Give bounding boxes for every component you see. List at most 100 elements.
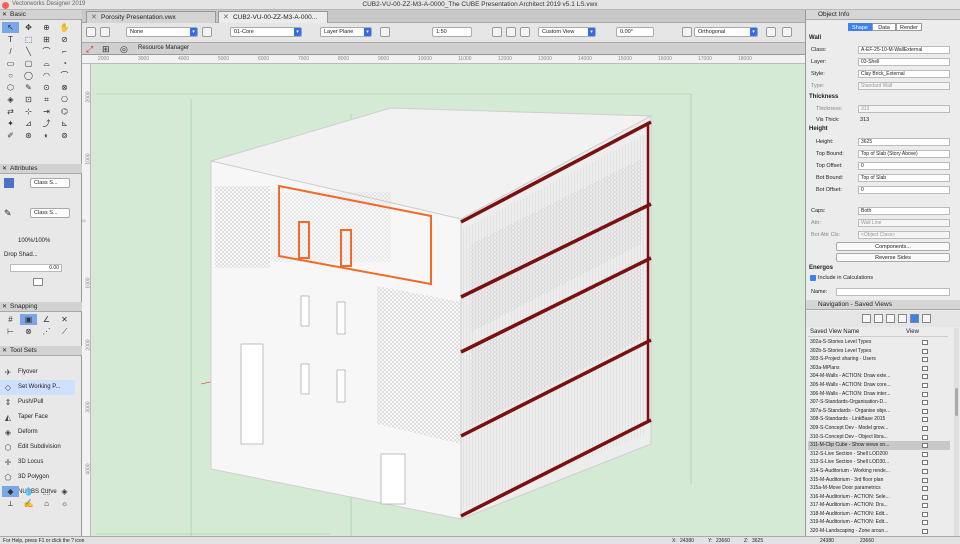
tab-shape[interactable]: Shape	[848, 23, 872, 31]
isolate-icon[interactable]: ⤢	[86, 44, 93, 55]
basic-tool-icon[interactable]: ▢	[20, 58, 37, 69]
snap-icon[interactable]	[100, 27, 110, 37]
basic-tool-icon[interactable]: ◠	[38, 70, 55, 81]
view-icon[interactable]	[922, 357, 928, 363]
saved-view-row[interactable]: 307a-S-Standards - Organise obje...	[808, 407, 950, 416]
view-icon[interactable]	[922, 425, 928, 431]
saved-view-row[interactable]: 302a-S-Stories Level Types	[808, 338, 950, 347]
saved-view-row[interactable]: 311-M-Clip Cube - Show views on...	[808, 441, 950, 450]
tool-set-item[interactable]: ◇ Set Working P...	[0, 380, 75, 395]
basic-tool-icon[interactable]: ⌒	[38, 46, 55, 57]
basic-tool-icon[interactable]: ⌐	[56, 46, 73, 57]
basic-tool-icon[interactable]: ✥	[20, 22, 37, 33]
close-tab-icon[interactable]: ✕	[223, 13, 229, 21]
saved-view-row[interactable]: 318-M-Auditorium - ACTION: Edit...	[808, 510, 950, 519]
standard-view-icon[interactable]	[520, 27, 530, 37]
view-icon[interactable]	[922, 365, 928, 371]
components-button[interactable]: Components...	[836, 242, 950, 251]
basic-palette-header[interactable]: ✕ Basic	[0, 10, 82, 20]
selection-icon[interactable]	[86, 27, 96, 37]
caps-dropdown[interactable]: Both	[858, 207, 950, 215]
flyover-icon[interactable]	[682, 27, 692, 37]
layer-dropdown[interactable]: 01-Core ▾	[230, 27, 302, 37]
view-icon[interactable]	[922, 443, 928, 449]
view-icon[interactable]	[922, 348, 928, 354]
basic-tool-icon[interactable]: ⬡	[2, 82, 19, 93]
snap-edge-icon[interactable]: ⟋	[56, 326, 73, 337]
basic-tool-icon[interactable]: ✋	[56, 22, 73, 33]
basic-tool-icon[interactable]: ⊞	[38, 34, 55, 45]
basic-tool-icon[interactable]: ⊾	[56, 118, 73, 129]
basic-tool-icon[interactable]: ⌓	[38, 58, 55, 69]
view-icon[interactable]	[922, 408, 928, 414]
saved-view-row[interactable]: 314-S-Auditorium - Working rende...	[808, 467, 950, 476]
saved-view-row[interactable]: 302b-S-Stories Level Types	[808, 347, 950, 356]
view-icon[interactable]	[922, 434, 928, 440]
basic-tool-icon[interactable]: ⊹	[20, 106, 37, 117]
saved-view-row[interactable]: 320-M-Landscaping - Zone aroun...	[808, 527, 950, 536]
drop-shadow-label[interactable]: Drop Shad...	[4, 252, 38, 258]
saved-view-row[interactable]: 319-M-Auditorium - ACTION: Edit...	[808, 518, 950, 527]
close-icon[interactable]: ✕	[2, 347, 7, 354]
view-icon[interactable]	[922, 340, 928, 345]
tool-set-item[interactable]: ✛ 3D Locus	[0, 455, 75, 470]
attributes-palette-header[interactable]: ✕ Attributes	[0, 164, 82, 174]
saved-view-row[interactable]: 308-S-Standards - LinkBase 2015	[808, 415, 950, 424]
toolset-3d-modeling-icon[interactable]: ◆	[2, 486, 19, 497]
pen-class-dropdown[interactable]: Class S...	[30, 208, 70, 218]
basic-tool-icon[interactable]: ▭	[2, 58, 19, 69]
col-saved-view-name[interactable]: Saved View Name	[810, 329, 859, 335]
tool-set-item[interactable]: ◈ Deform	[0, 425, 75, 440]
toolset-site-icon[interactable]: ◈	[56, 486, 73, 497]
saved-view-row[interactable]: 305-M-Walls - ACTION: Draw core...	[808, 381, 950, 390]
viewports-tab-icon[interactable]	[922, 314, 931, 323]
snap-tangent-icon[interactable]: ⊗	[20, 326, 37, 337]
snap-grid-icon[interactable]: #	[2, 314, 19, 325]
opacity-value[interactable]: 100%/100%	[18, 238, 50, 244]
bot-bound-dropdown[interactable]: Top of Slab	[858, 174, 950, 182]
tool-set-item[interactable]: ✈ Flyover	[0, 365, 75, 380]
basic-tool-icon[interactable]: ◔	[56, 58, 73, 69]
toolset-visualization-icon[interactable]: 💧	[20, 486, 37, 497]
tool-sets-header[interactable]: ✕ Tool Sets	[0, 346, 82, 356]
layers-tab-icon[interactable]	[874, 314, 883, 323]
view-icon[interactable]	[922, 400, 928, 406]
view-icon[interactable]	[922, 503, 928, 509]
basic-tool-icon[interactable]: ✎	[20, 82, 37, 93]
close-icon[interactable]: ✕	[2, 165, 7, 172]
basic-tool-icon[interactable]: ⬚	[20, 34, 37, 45]
basic-tool-icon[interactable]: ✦	[2, 118, 19, 129]
view-icon[interactable]	[922, 460, 928, 466]
class-dropdown[interactable]: None ▾	[126, 27, 198, 37]
view-icon[interactable]	[922, 382, 928, 388]
plane-dropdown[interactable]: Layer Plane ▾	[320, 27, 372, 37]
saved-view-row[interactable]: 317-M-Auditorium - ACTION: Dra...	[808, 501, 950, 510]
view-dropdown[interactable]: Custom View ▾	[538, 27, 596, 37]
tool-set-item[interactable]: ⬡ Edit Subdivision	[0, 440, 75, 455]
saved-view-row[interactable]: 307-S-Standards-Organisation-D...	[808, 398, 950, 407]
view-icon[interactable]	[922, 520, 928, 526]
scroll-thumb[interactable]	[955, 388, 958, 416]
basic-tool-icon[interactable]: ◯	[20, 70, 37, 81]
close-icon[interactable]: ✕	[2, 303, 7, 310]
resource-manager-tab[interactable]: Resource Manager	[138, 45, 189, 51]
class-dropdown[interactable]: A-EF-25-10-M-WallExternal	[858, 46, 950, 54]
name-field[interactable]	[836, 288, 950, 296]
snap-object-icon[interactable]: ▣	[20, 314, 37, 325]
angle-field[interactable]: 0.00°	[616, 27, 654, 37]
tool-set-item[interactable]: ⬠ 3D Polygon	[0, 470, 75, 485]
view-icon[interactable]	[922, 486, 928, 492]
view-icon[interactable]	[922, 529, 928, 535]
layer-dropdown[interactable]: 03-Shell	[858, 58, 950, 66]
tab-cub2[interactable]: ✕ CUB2-VU-00-ZZ-M3-A-000...	[218, 11, 328, 23]
col-view[interactable]: View	[906, 329, 919, 335]
basic-tool-icon[interactable]: ╲	[20, 46, 37, 57]
toolset-furniture-icon[interactable]: ⌂	[38, 498, 55, 509]
saved-view-row[interactable]: 306-M-Walls - ACTION: Draw inter...	[808, 390, 950, 399]
close-tab-icon[interactable]: ✕	[91, 13, 97, 21]
saved-views-scrollbar[interactable]	[954, 328, 959, 536]
basic-tool-icon[interactable]: ⊚	[56, 130, 73, 141]
basic-tool-icon[interactable]: ⊕	[38, 22, 55, 33]
toolset-detail-icon[interactable]: ✍	[20, 498, 37, 509]
basic-tool-icon[interactable]: ◐	[38, 130, 55, 141]
